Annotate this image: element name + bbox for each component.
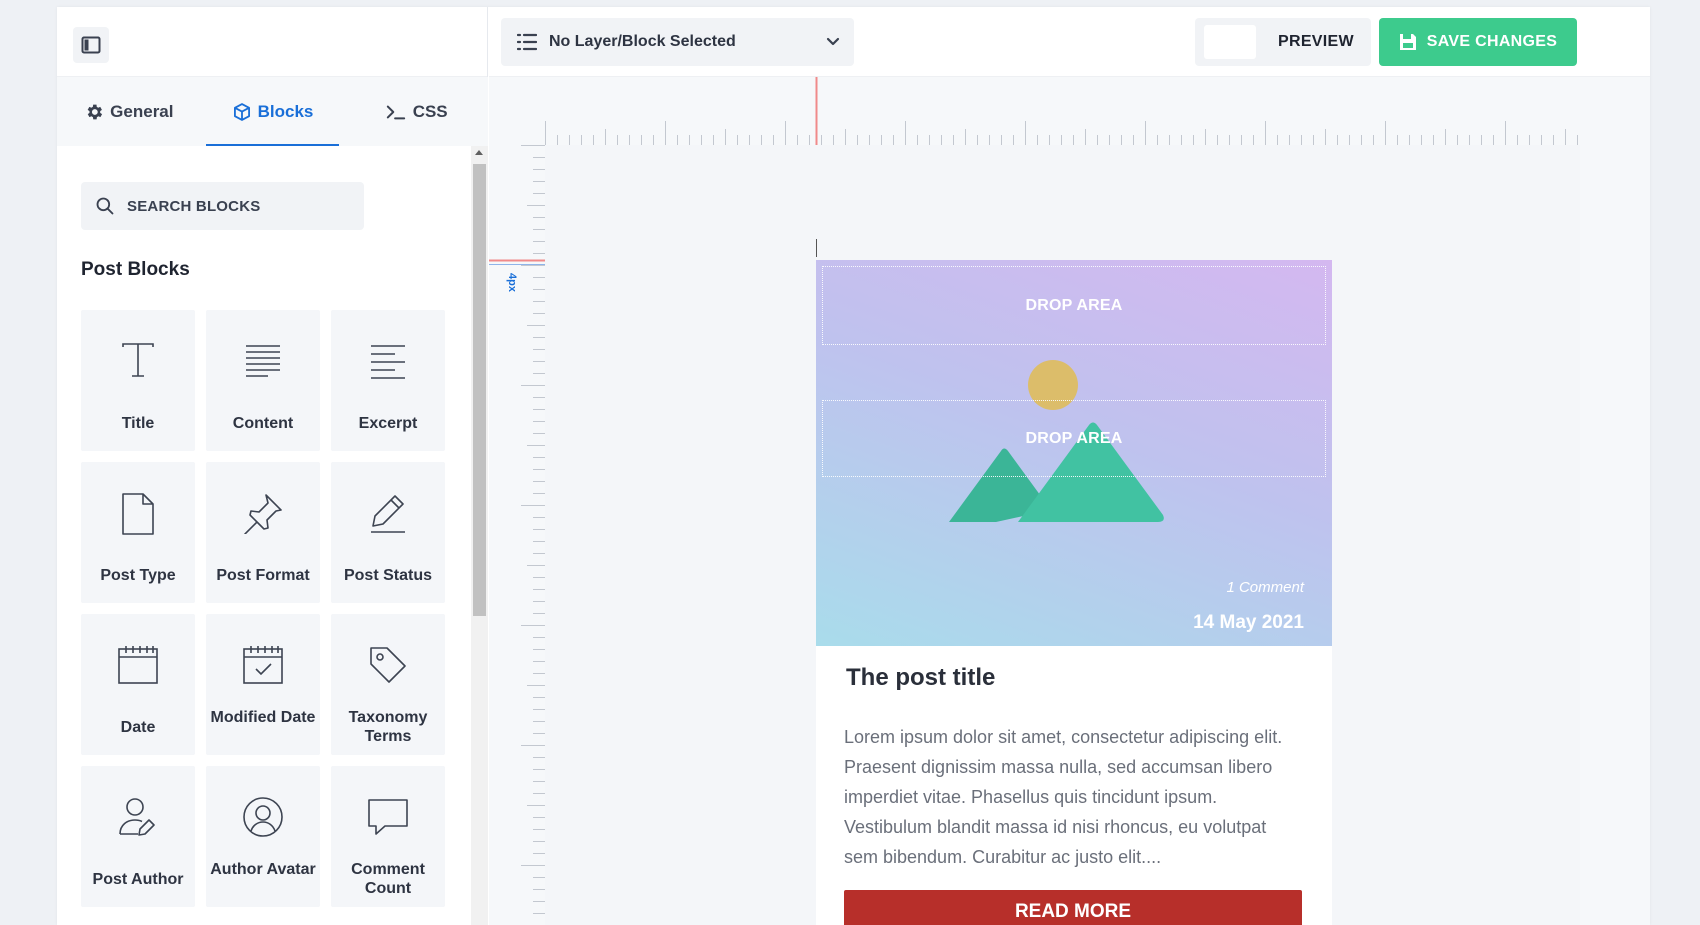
tag-icon (370, 647, 406, 683)
block-label: Date (120, 719, 156, 736)
featured-image: DROP AREA DROP AREA 1 Comment 14 May 202… (816, 260, 1332, 646)
drop-area-middle[interactable]: DROP AREA (822, 400, 1326, 477)
block-content[interactable]: Content (206, 310, 320, 451)
main-area: No Layer/Block Selected PREVIEW SAVE CHA… (489, 7, 1650, 925)
scroll-up-icon[interactable] (475, 150, 483, 155)
sidebar-scrollbar[interactable] (471, 146, 488, 925)
sidebar: General Blocks CSS Post Blocks Title (57, 7, 488, 925)
list-icon (517, 33, 537, 51)
block-taxonomy-terms[interactable]: Taxonomy Terms (331, 614, 445, 755)
block-date[interactable]: Date (81, 614, 195, 755)
floppy-disk-icon (1399, 34, 1416, 50)
margin-label: 4px (506, 273, 518, 293)
layer-select-value: No Layer/Block Selected (549, 33, 736, 50)
horizontal-ruler (545, 77, 1578, 145)
preview-control: PREVIEW (1195, 18, 1371, 66)
scrollbar-thumb[interactable] (473, 164, 486, 616)
tab-css-label: CSS (412, 101, 448, 121)
search-box (81, 182, 364, 230)
post-excerpt: Lorem ipsum dolor sit amet, consectetur … (844, 727, 1283, 867)
comment-icon (368, 799, 408, 835)
user-circle-icon (243, 797, 283, 837)
calendar-icon (118, 646, 158, 684)
preview-button[interactable]: PREVIEW (1278, 33, 1354, 51)
builder-app: General Blocks CSS Post Blocks Title (57, 7, 1650, 925)
block-label: Taxonomy Terms (348, 709, 428, 745)
block-comment-count[interactable]: Comment Count (331, 766, 445, 907)
search-input[interactable] (127, 197, 327, 215)
block-post-format[interactable]: Post Format (206, 462, 320, 603)
block-label: Modified Date (210, 709, 316, 726)
align-justify-icon (246, 345, 280, 377)
chevron-down-icon (826, 37, 840, 46)
block-excerpt[interactable]: Excerpt (331, 310, 445, 451)
block-label: Title (121, 415, 155, 432)
read-more-button[interactable]: READ MORE (844, 890, 1302, 925)
section-title: Post Blocks (81, 259, 190, 280)
block-label: Excerpt (358, 415, 418, 432)
tab-general-label: General (110, 101, 174, 121)
block-label: Post Author (92, 871, 184, 888)
block-label: Content (232, 415, 294, 432)
blocks-grid: Title Content Excerpt Post Type Post For… (81, 310, 445, 907)
search-icon (96, 197, 114, 215)
block-label: Post Type (100, 567, 176, 584)
drop-area-top[interactable]: DROP AREA (822, 266, 1326, 345)
sidebar-panel-icon[interactable] (73, 27, 109, 63)
terminal-icon (386, 105, 405, 119)
save-button-label: SAVE CHANGES (1426, 33, 1558, 50)
canvas-cursor (816, 239, 817, 257)
text-t-icon (122, 343, 154, 377)
sidebar-tabs: General Blocks CSS (57, 77, 488, 146)
preview-toggle[interactable] (1204, 25, 1256, 59)
block-author-avatar[interactable]: Author Avatar (206, 766, 320, 907)
tab-general[interactable]: General (57, 77, 201, 146)
block-post-status[interactable]: Post Status (331, 462, 445, 603)
sidebar-header (57, 7, 487, 77)
gear-icon (87, 104, 103, 119)
topbar: No Layer/Block Selected PREVIEW SAVE CHA… (489, 7, 1650, 77)
block-label: Post Status (343, 567, 432, 584)
block-label: Author Avatar (210, 861, 316, 878)
block-post-author[interactable]: Post Author (81, 766, 195, 907)
pencil-icon (371, 495, 405, 533)
block-label: Post Format (216, 567, 310, 584)
save-button[interactable]: SAVE CHANGES (1379, 18, 1577, 66)
layer-select[interactable]: No Layer/Block Selected (501, 18, 854, 66)
tab-css[interactable]: CSS (344, 77, 488, 146)
tab-blocks[interactable]: Blocks (201, 77, 345, 146)
post-card[interactable]: DROP AREA DROP AREA 1 Comment 14 May 202… (816, 260, 1332, 925)
block-modified-date[interactable]: Modified Date (206, 614, 320, 755)
cube-icon (233, 102, 250, 121)
calendar-check-icon (243, 646, 283, 684)
user-edit-icon (119, 798, 155, 836)
sidebar-body: Post Blocks Title Content Excerpt Post T… (57, 146, 488, 925)
post-date: 14 May 2021 (1193, 612, 1304, 633)
pin-icon (244, 494, 282, 534)
tab-blocks-label: Blocks (257, 101, 314, 121)
block-label: Comment Count (351, 861, 425, 897)
block-title[interactable]: Title (81, 310, 195, 451)
vertical-ruler: 4px (489, 145, 545, 914)
post-title: The post title (846, 664, 996, 691)
block-post-type[interactable]: Post Type (81, 462, 195, 603)
align-left-icon (371, 345, 405, 379)
comment-count: 1 Comment (1226, 579, 1304, 596)
file-icon (122, 493, 154, 535)
